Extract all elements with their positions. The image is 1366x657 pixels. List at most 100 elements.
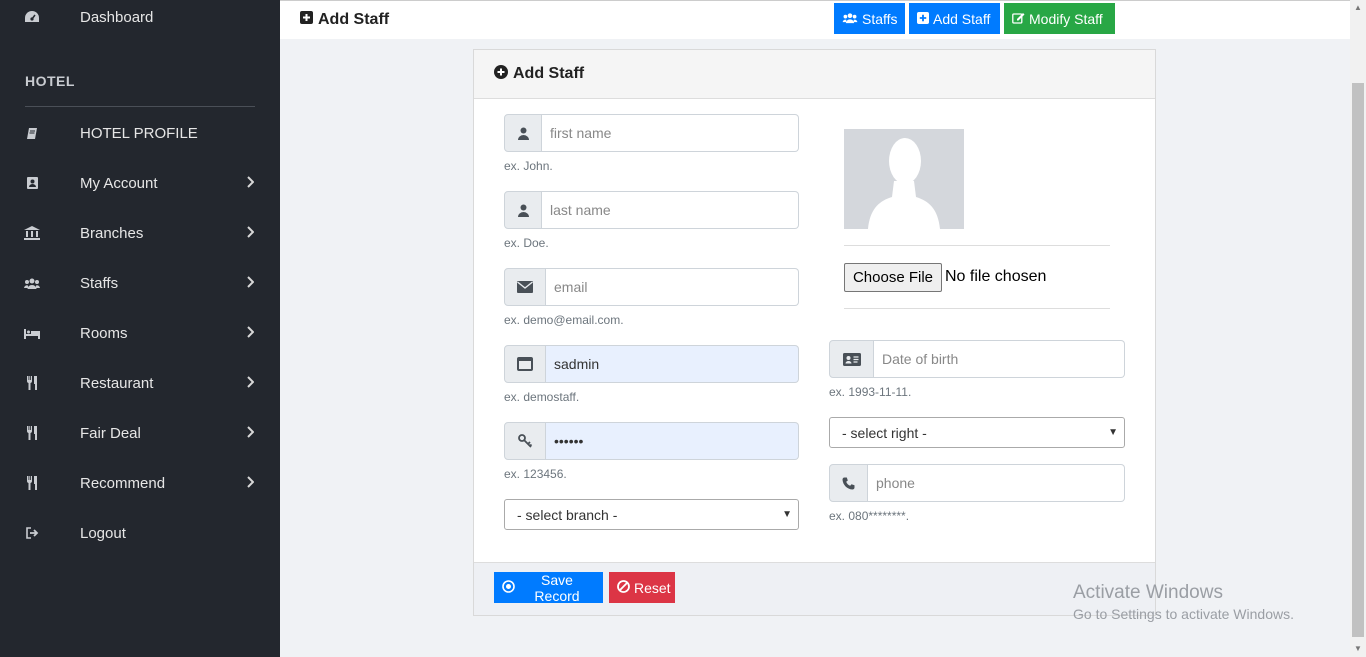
modify-staff-button-label: Modify Staff — [1029, 10, 1103, 27]
sidebar-item-label: Staffs — [80, 274, 119, 292]
scroll-thumb[interactable] — [1352, 83, 1364, 637]
sidebar-item-label: Recommend — [80, 474, 166, 492]
cutlery-icon — [24, 375, 40, 391]
dot-circle-icon — [502, 579, 515, 596]
plus-circle-icon — [494, 64, 508, 84]
caret-down-icon: ▼ — [782, 509, 792, 520]
sidebar-item-staffs[interactable]: Staffs — [0, 268, 280, 298]
sidebar-item-label: Branches — [80, 224, 144, 242]
staffs-button-label: Staffs — [862, 10, 898, 27]
email-help: ex. demo@email.com. — [504, 313, 624, 327]
branch-select[interactable]: - select branch - ▼ — [504, 499, 799, 530]
file-status: No file chosen — [945, 268, 1047, 285]
cutlery-icon — [24, 475, 40, 491]
choose-file-button[interactable]: Choose File — [844, 263, 942, 292]
key-icon — [504, 422, 546, 460]
window-icon — [504, 345, 546, 383]
plus-square-icon — [917, 11, 929, 27]
email-group — [504, 268, 799, 306]
avatar-placeholder — [844, 129, 964, 229]
email-input[interactable] — [546, 268, 799, 306]
divider — [844, 308, 1110, 309]
activate-windows-title: Activate Windows — [1073, 582, 1223, 603]
book-icon — [24, 125, 40, 141]
cutlery-icon — [24, 425, 40, 441]
phone-help: ex. 080********. — [829, 509, 910, 523]
sidebar-item-label: Dashboard — [80, 8, 154, 26]
username-input[interactable] — [546, 345, 799, 383]
username-help: ex. demostaff. — [504, 390, 580, 404]
save-record-button[interactable]: Save Record — [494, 571, 603, 604]
sidebar: Dashboard HOTEL HOTEL PROFILE My Account… — [0, 0, 280, 657]
branch-select-value: - select branch - — [517, 506, 618, 523]
sidebar-item-my-account[interactable]: My Account — [0, 168, 280, 198]
right-select-value: - select right - — [842, 424, 927, 441]
phone-input[interactable] — [868, 464, 1125, 502]
sidebar-item-fair-deal[interactable]: Fair Deal — [0, 418, 280, 448]
edit-icon — [1012, 11, 1025, 27]
add-staff-button-label: Add Staff — [933, 10, 991, 27]
dashboard-icon — [24, 9, 40, 25]
modify-staff-button[interactable]: Modify Staff — [1004, 3, 1115, 34]
save-record-label: Save Record — [534, 571, 580, 604]
staffs-button[interactable]: Staffs — [834, 3, 905, 34]
sidebar-item-dashboard[interactable]: Dashboard — [0, 2, 280, 32]
last-name-group — [504, 191, 799, 229]
sidebar-item-label: Fair Deal — [80, 424, 141, 442]
scroll-up-icon[interactable]: ▲ — [1354, 3, 1362, 12]
sidebar-item-label: HOTEL PROFILE — [80, 124, 198, 142]
id-card-icon — [829, 340, 874, 378]
scroll-down-icon[interactable]: ▼ — [1354, 644, 1362, 653]
page-header: Add Staff — [280, 0, 1350, 39]
sidebar-item-label: Logout — [80, 524, 126, 542]
sidebar-item-label: Restaurant — [80, 374, 154, 392]
first-name-help: ex. John. — [504, 159, 553, 173]
sidebar-item-branches[interactable]: Branches — [0, 218, 280, 248]
chevron-right-icon — [246, 175, 255, 191]
caret-down-icon: ▼ — [1108, 427, 1118, 438]
divider — [844, 245, 1110, 246]
sidebar-item-label: My Account — [80, 174, 158, 192]
page-title: Add Staff — [300, 11, 389, 29]
bed-icon — [24, 325, 40, 341]
last-name-input[interactable] — [542, 191, 799, 229]
last-name-help: ex. Doe. — [504, 236, 549, 250]
reset-button[interactable]: Reset — [609, 572, 675, 603]
dob-input[interactable] — [874, 340, 1125, 378]
chevron-right-icon — [246, 275, 255, 291]
dob-help: ex. 1993-11-11. — [829, 385, 912, 399]
bank-icon — [24, 225, 40, 241]
sidebar-item-label: Rooms — [80, 324, 128, 342]
password-group — [504, 422, 799, 460]
sidebar-item-rooms[interactable]: Rooms — [0, 318, 280, 348]
sidebar-item-hotel-profile[interactable]: HOTEL PROFILE — [0, 118, 280, 148]
activate-windows-subtitle: Go to Settings to activate Windows. — [1073, 606, 1294, 622]
chevron-right-icon — [246, 325, 255, 341]
sidebar-item-logout[interactable]: Logout — [0, 518, 280, 548]
sidebar-item-recommend[interactable]: Recommend — [0, 468, 280, 498]
vertical-scrollbar[interactable]: ▲ ▼ — [1350, 0, 1366, 657]
add-staff-button[interactable]: Add Staff — [909, 3, 1000, 34]
envelope-icon — [504, 268, 546, 306]
phone-icon — [829, 464, 868, 502]
password-help: ex. 123456. — [504, 467, 567, 481]
ban-icon — [617, 579, 630, 596]
users-icon — [24, 275, 40, 291]
first-name-input[interactable] — [542, 114, 799, 152]
first-name-group — [504, 114, 799, 152]
plus-square-icon — [300, 11, 313, 29]
sidebar-heading: HOTEL — [25, 73, 75, 89]
password-input[interactable] — [546, 422, 799, 460]
right-select[interactable]: - select right - ▼ — [829, 417, 1125, 448]
user-icon — [504, 114, 542, 152]
chevron-right-icon — [246, 375, 255, 391]
user-icon — [504, 191, 542, 229]
sidebar-item-restaurant[interactable]: Restaurant — [0, 368, 280, 398]
chevron-right-icon — [246, 225, 255, 241]
chevron-right-icon — [246, 425, 255, 441]
address-book-icon — [24, 175, 40, 191]
chevron-right-icon — [246, 475, 255, 491]
page-title-text: Add Staff — [318, 11, 390, 28]
reset-label: Reset — [634, 579, 671, 596]
card-title: Add Staff — [513, 65, 585, 82]
